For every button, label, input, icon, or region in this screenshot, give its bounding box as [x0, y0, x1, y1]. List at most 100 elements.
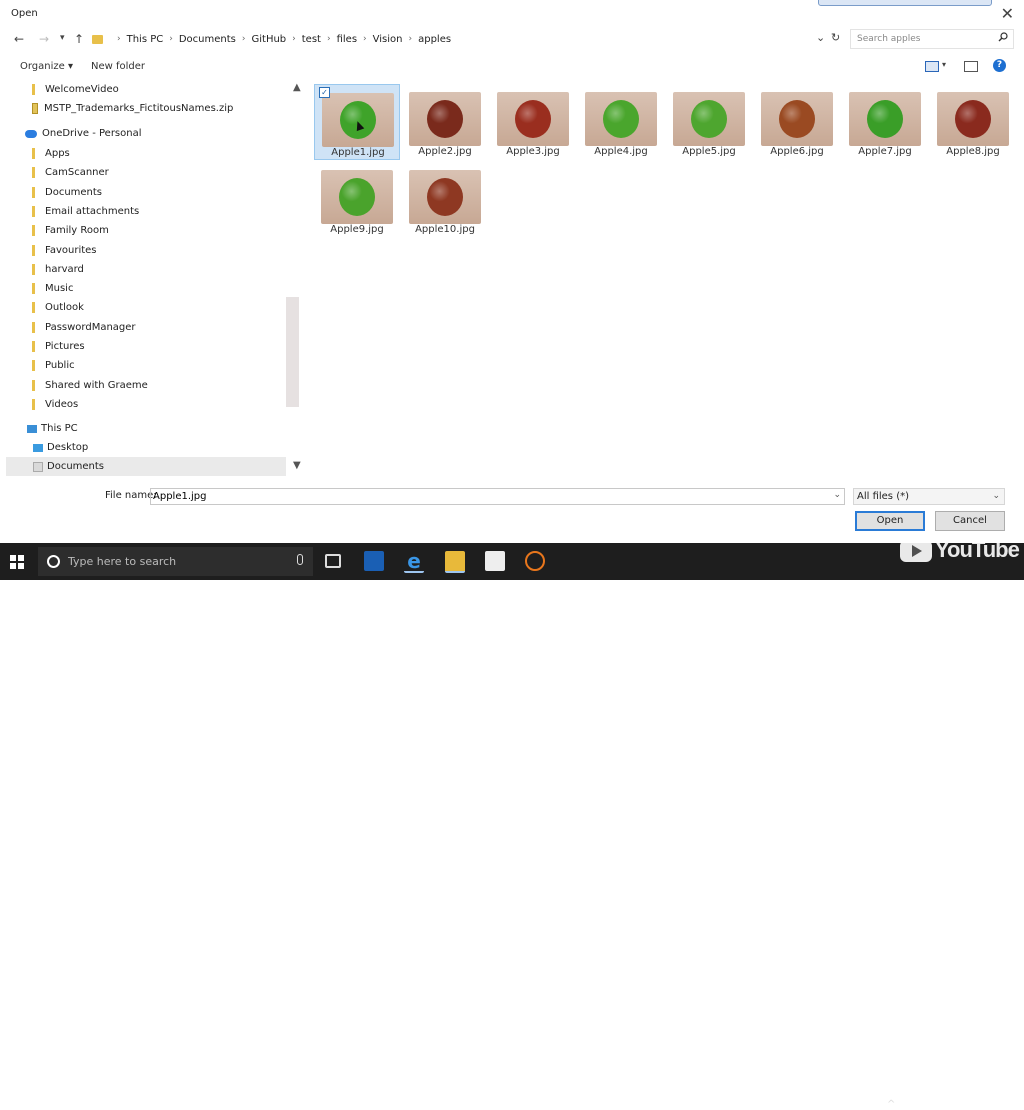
cortana-icon[interactable]: [47, 555, 60, 568]
windows-start-icon[interactable]: [10, 555, 24, 569]
nav-item[interactable]: WelcomeVideo: [6, 80, 286, 99]
search-box[interactable]: [850, 29, 1014, 49]
apple-image-icon: [515, 100, 551, 138]
nav-item[interactable]: Apps: [6, 144, 286, 163]
youtube-watermark: YouTube: [900, 537, 1020, 563]
microphone-icon[interactable]: [297, 554, 303, 565]
breadcrumb-item[interactable]: Documents: [179, 34, 236, 45]
breadcrumb-separator-icon[interactable]: ›: [409, 34, 413, 44]
nav-item[interactable]: CamScanner: [6, 163, 286, 182]
cancel-button[interactable]: Cancel: [935, 511, 1005, 531]
close-icon[interactable]: ✕: [1001, 4, 1014, 23]
file-name-dropdown-icon[interactable]: ⌄: [833, 490, 841, 500]
file-tile[interactable]: Apple4.jpg: [578, 84, 664, 160]
store-icon[interactable]: [485, 551, 505, 571]
nav-item[interactable]: Documents: [6, 183, 286, 202]
nav-item[interactable]: Documents: [6, 457, 286, 476]
recent-locations-chevron-icon[interactable]: ▾: [60, 33, 65, 43]
breadcrumb-item[interactable]: Vision: [373, 34, 403, 45]
desktop-icon: [33, 443, 43, 452]
nav-item[interactable]: Public: [6, 356, 286, 375]
file-tile[interactable]: Apple3.jpg: [490, 84, 576, 160]
view-options-chevron-icon[interactable]: ▾: [942, 60, 946, 69]
image-thumbnail[interactable]: [761, 92, 833, 146]
address-dropdown-icon[interactable]: ⌄: [816, 31, 825, 44]
nav-item[interactable]: Favourites: [6, 241, 286, 260]
search-icon[interactable]: [998, 32, 1008, 42]
file-type-filter-value: All files (*): [857, 491, 909, 502]
nav-item[interactable]: This PC: [6, 419, 286, 438]
breadcrumb-separator-icon[interactable]: ›: [327, 34, 331, 44]
file-tile[interactable]: Apple6.jpg: [754, 84, 840, 160]
back-arrow-icon[interactable]: ←: [14, 32, 24, 46]
this-pc-icon: [27, 424, 37, 433]
image-thumbnail[interactable]: [321, 170, 393, 224]
breadcrumb-separator-icon[interactable]: ›: [363, 34, 367, 44]
file-tile[interactable]: Apple2.jpg: [402, 84, 488, 160]
selection-checkbox[interactable]: ✓: [319, 87, 330, 98]
image-thumbnail[interactable]: [673, 92, 745, 146]
file-tile[interactable]: Apple7.jpg: [842, 84, 928, 160]
jupyter-icon[interactable]: [525, 551, 545, 571]
file-explorer-icon[interactable]: [445, 551, 465, 573]
breadcrumb-item[interactable]: apples: [418, 34, 451, 45]
breadcrumb-item[interactable]: GitHub: [252, 34, 287, 45]
nav-item[interactable]: Videos: [6, 395, 286, 414]
breadcrumb-item[interactable]: files: [337, 34, 357, 45]
image-thumbnail[interactable]: [497, 92, 569, 146]
breadcrumb-item[interactable]: test: [302, 34, 321, 45]
file-tile[interactable]: Apple5.jpg: [666, 84, 752, 160]
edge-browser-icon[interactable]: e: [404, 551, 424, 573]
file-tile[interactable]: Apple10.jpg: [402, 162, 488, 238]
taskbar-search-box[interactable]: Type here to search: [38, 547, 313, 576]
help-icon[interactable]: ?: [993, 59, 1006, 72]
breadcrumb-separator-icon[interactable]: ›: [292, 34, 296, 44]
apple-image-icon: [427, 100, 463, 138]
image-thumbnail[interactable]: [409, 92, 481, 146]
up-arrow-icon[interactable]: ↑: [74, 32, 84, 46]
nav-item[interactable]: Outlook: [6, 298, 286, 317]
folder-icon: [32, 360, 35, 372]
preview-pane-icon[interactable]: [964, 61, 978, 72]
nav-item[interactable]: Music: [6, 279, 286, 298]
outlook-icon[interactable]: [364, 551, 384, 571]
image-thumbnail[interactable]: [849, 92, 921, 146]
navigation-scrollbar-thumb[interactable]: [286, 297, 299, 407]
nav-item[interactable]: Shared with Graeme: [6, 376, 286, 395]
file-tile[interactable]: Apple8.jpg: [930, 84, 1016, 160]
breadcrumb-item[interactable]: This PC: [127, 34, 164, 45]
scroll-down-chevron-icon[interactable]: ▼: [293, 460, 301, 471]
forward-arrow-icon[interactable]: →: [39, 32, 49, 46]
tray-overflow-chevron-icon[interactable]: ^: [887, 1099, 895, 1110]
image-thumbnail[interactable]: [585, 92, 657, 146]
nav-item[interactable]: Desktop: [6, 438, 286, 457]
search-input[interactable]: [851, 34, 1003, 44]
address-bar[interactable]: › This PC › Documents › GitHub › test › files › Vis…: [88, 30, 848, 48]
nav-item[interactable]: Email attachments: [6, 202, 286, 221]
file-name-input[interactable]: [151, 491, 825, 502]
refresh-icon[interactable]: ↻: [831, 31, 840, 44]
nav-item[interactable]: Pictures: [6, 337, 286, 356]
organize-menu-button[interactable]: Organize ▾: [20, 61, 73, 72]
change-view-icon[interactable]: [925, 61, 939, 72]
nav-item[interactable]: MSTP_Trademarks_FictitousNames.zip: [6, 99, 286, 118]
nav-item[interactable]: OneDrive - Personal: [6, 124, 286, 143]
nav-item[interactable]: PasswordManager: [6, 318, 286, 337]
image-thumbnail[interactable]: [409, 170, 481, 224]
open-button[interactable]: Open: [855, 511, 925, 531]
file-tile[interactable]: Apple9.jpg: [314, 162, 400, 238]
breadcrumb-separator-icon[interactable]: ›: [117, 34, 121, 44]
breadcrumb-separator-icon[interactable]: ›: [242, 34, 246, 44]
scroll-up-chevron-icon[interactable]: ▲: [293, 82, 301, 93]
nav-item-label: Favourites: [45, 244, 97, 256]
nav-item[interactable]: harvard: [6, 260, 286, 279]
image-thumbnail[interactable]: [937, 92, 1009, 146]
folder-icon: [32, 205, 35, 217]
file-name-field[interactable]: ⌄: [150, 488, 845, 505]
task-view-icon[interactable]: [325, 554, 341, 568]
file-type-dropdown-icon[interactable]: ⌄: [992, 489, 1000, 504]
file-type-filter[interactable]: All files (*) ⌄: [853, 488, 1005, 505]
nav-item[interactable]: Family Room: [6, 221, 286, 240]
new-folder-button[interactable]: New folder: [91, 61, 145, 72]
breadcrumb-separator-icon[interactable]: ›: [169, 34, 173, 44]
